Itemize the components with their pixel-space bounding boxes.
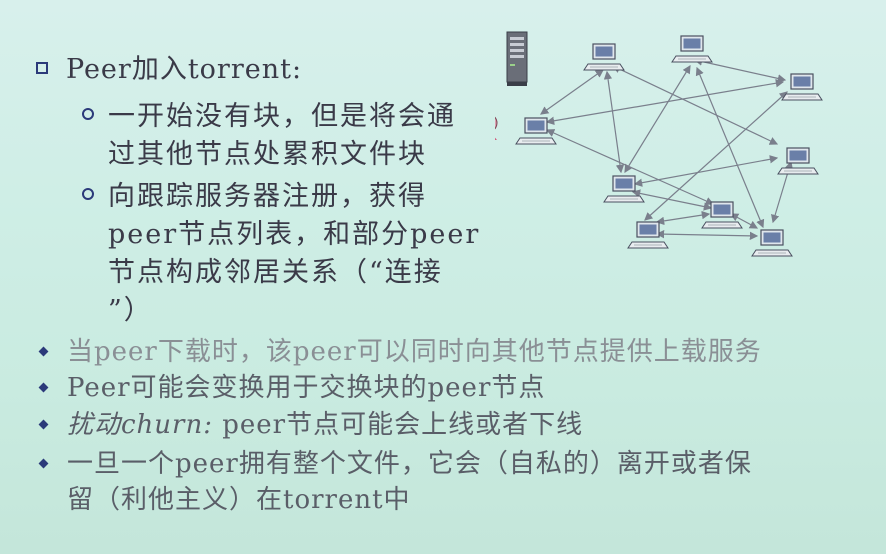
bullet-4-line-1: 一旦一个peer拥有整个文件，它会（自私的）离开或者保 — [67, 449, 752, 479]
sub-bullet-2-line-2: peer节点列表，和部分peer — [108, 219, 481, 250]
computer-icon — [777, 147, 819, 175]
server-icon — [506, 31, 528, 86]
link — [644, 91, 788, 221]
bullet-3-body: peer节点可能会上线或者下线 — [213, 410, 584, 440]
network-links — [540, 57, 793, 241]
sub-bullet-2-line-3: 节点构成邻居关系（“连接 — [108, 257, 443, 288]
bullet-1: 当peer下载时，该peer可以同时向其他节点提供上载服务 — [36, 334, 762, 370]
sub-bullet-1: 一开始没有块，但是将会通 过其他节点处累积文件块 — [82, 98, 456, 174]
diamond-bullet-icon — [38, 419, 49, 430]
bullet-3: 扰动churn: peer节点可能会上线或者下线 — [36, 407, 583, 443]
link — [633, 155, 779, 187]
link — [540, 69, 604, 115]
sub-bullet-2-line-4: ”） — [108, 295, 153, 326]
link — [631, 189, 713, 211]
link — [624, 64, 691, 174]
peer-network-diagram — [495, 31, 823, 257]
diamond-bullet-icon — [38, 382, 49, 393]
link — [603, 70, 625, 174]
sub-bullet-2: 向跟踪服务器注册，获得 peer节点列表，和部分peer 节点构成邻居关系（“连… — [82, 178, 480, 330]
circle-bullet-icon — [82, 108, 94, 120]
square-bullet-icon — [36, 62, 48, 74]
slide: Peer加入torrent: 一开始没有块，但是将会通 过其他节点处累积文件块 … — [0, 0, 886, 554]
bullet-4-text: 一旦一个peer拥有整个文件，它会（自私的）离开或者保 留（利他主义）在torr… — [67, 446, 752, 518]
link — [693, 57, 787, 83]
sub-bullet-1-line-2: 过其他节点处累积文件块 — [108, 139, 427, 170]
link — [545, 129, 715, 205]
bullet-3-label: 扰动churn: — [67, 410, 213, 440]
computer-icon — [627, 221, 669, 249]
computer-icon — [603, 175, 645, 203]
sub-bullet-2-line-1: 向跟踪服务器注册，获得 — [108, 181, 427, 212]
bullet-1-text: 当peer下载时，该peer可以同时向其他节点提供上载服务 — [67, 337, 762, 367]
sub-bullet-2-text: 向跟踪服务器注册，获得 peer节点列表，和部分peer 节点构成邻居关系（“连… — [108, 178, 480, 330]
sub-bullet-1-line-1: 一开始没有块，但是将会通 — [108, 101, 456, 132]
circle-bullet-icon — [82, 188, 94, 200]
computer-icon — [781, 73, 823, 101]
user-icon — [495, 116, 498, 140]
bullet-4-line-2: 留（利他主义）在torrent中 — [67, 485, 411, 515]
computer-icon — [671, 35, 713, 63]
link — [655, 229, 759, 241]
computer-icon — [583, 43, 625, 71]
link — [545, 79, 785, 125]
diamond-bullet-icon — [38, 346, 49, 357]
link — [611, 65, 779, 145]
bullet-3-text: 扰动churn: peer节点可能会上线或者下线 — [67, 407, 583, 443]
link — [655, 210, 711, 226]
computer-icon — [751, 229, 793, 257]
sub-bullet-1-text: 一开始没有块，但是将会通 过其他节点处累积文件块 — [108, 98, 456, 174]
bullet-2: Peer可能会变换用于交换块的peer节点 — [36, 370, 545, 406]
main-bullet-text: Peer加入torrent: — [66, 54, 303, 85]
computer-icon — [701, 201, 743, 229]
bullet-2-text: Peer可能会变换用于交换块的peer节点 — [67, 373, 546, 403]
main-bullet: Peer加入torrent: — [36, 54, 302, 86]
diamond-bullet-icon — [38, 458, 49, 469]
bullet-4: 一旦一个peer拥有整个文件，它会（自私的）离开或者保 留（利他主义）在torr… — [36, 446, 752, 518]
